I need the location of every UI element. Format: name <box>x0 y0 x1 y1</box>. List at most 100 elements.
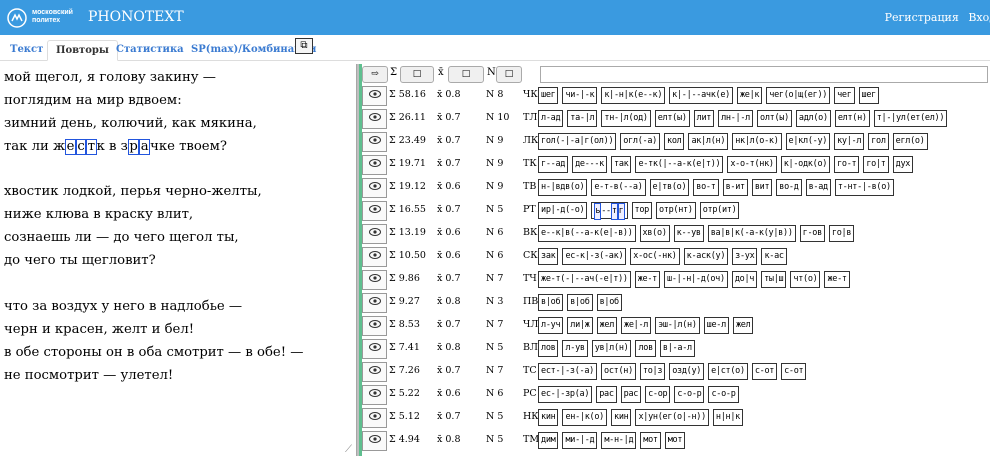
repeat-chunk[interactable]: олт(ы) <box>757 110 792 127</box>
repeat-chunk[interactable]: к|-|--ачк(е) <box>669 87 733 104</box>
repeat-chunk[interactable]: с-ор <box>645 386 671 403</box>
repeat-chunk[interactable]: лит <box>693 110 715 127</box>
repeat-chunk[interactable]: озд(у) <box>669 363 705 380</box>
resize-handle-icon[interactable]: ⟋ <box>345 444 352 455</box>
repeat-chunk[interactable]: дух <box>892 156 914 173</box>
repeat-chunk[interactable]: шег <box>538 87 559 104</box>
repeat-chunk[interactable]: е-тк(|--а-к(е|т)) <box>635 156 724 173</box>
repeat-chunk[interactable]: отр(нт) <box>655 202 696 219</box>
repeat-chunk[interactable]: адл(о) <box>795 110 831 127</box>
repeat-chunk[interactable]: елт(н) <box>834 110 870 127</box>
repeat-chunk[interactable]: х-о-т(нк) <box>727 156 777 173</box>
eye-icon[interactable] <box>362 132 387 152</box>
repeat-chunk[interactable]: отр(ит) <box>699 202 740 219</box>
repeat-chunk[interactable]: е-т-в(--а) <box>591 179 646 196</box>
eye-icon[interactable] <box>362 86 387 106</box>
repeat-chunk[interactable]: в|об <box>567 294 593 311</box>
repeat-chunk[interactable]: хв(о) <box>639 225 670 242</box>
repeat-chunk[interactable]: ост(н) <box>601 363 636 380</box>
repeat-chunk[interactable]: го|т <box>863 156 889 173</box>
repeat-chunk[interactable]: з-ух <box>732 248 758 265</box>
repeat-chunk[interactable]: в-ад <box>805 179 831 196</box>
repeat-chunk[interactable]: л-уч <box>538 317 564 334</box>
repeat-chunk[interactable]: же-т(-|--ач(-е|т)) <box>538 271 631 288</box>
repeat-chunk[interactable]: ку|-л <box>834 133 865 150</box>
repeat-chunk[interactable]: г--ад <box>538 156 569 173</box>
repeat-chunk[interactable]: кин <box>538 409 559 426</box>
repeat-chunk[interactable]: огл(-а) <box>620 133 660 150</box>
repeat-chunk[interactable]: до|ч <box>731 271 758 288</box>
repeat-chunk[interactable]: та-|л <box>567 110 598 127</box>
repeat-chunk[interactable]: к-аск(у) <box>683 248 729 265</box>
repeat-chunk[interactable]: л-ув <box>562 340 588 357</box>
repeat-chunk[interactable]: ли|ж <box>567 317 593 334</box>
eye-icon[interactable] <box>362 155 387 175</box>
repeat-chunk[interactable]: ва|в|к(-а-к(у|в)) <box>707 225 796 242</box>
repeat-chunk[interactable]: г-ов <box>799 225 825 242</box>
repeat-chunk[interactable]: с-о-р <box>674 386 705 403</box>
repeat-chunk[interactable]: гол <box>868 133 889 150</box>
repeat-chunk[interactable]: в|об <box>538 294 564 311</box>
repeat-chunk[interactable]: чт(о) <box>790 271 821 288</box>
repeat-chunk[interactable]: т|-|ул(ет(ел)) <box>873 110 948 127</box>
repeat-chunk[interactable]: е|кл(-у) <box>785 133 831 150</box>
repeat-chunk[interactable]: в-ит <box>722 179 748 196</box>
repeat-chunk[interactable]: к|-одк(о) <box>780 156 831 173</box>
repeat-chunk[interactable]: чег <box>834 87 855 104</box>
search-input[interactable] <box>540 66 988 83</box>
repeat-chunk[interactable]: х|ун(ег(о|-н)) <box>635 409 709 426</box>
eye-icon[interactable] <box>362 408 387 428</box>
repeat-chunk[interactable]: ь--т г <box>591 202 628 220</box>
repeat-chunk[interactable]: то|з <box>639 363 666 380</box>
register-link[interactable]: Регистрация <box>885 11 959 24</box>
repeat-chunk[interactable]: к|-н|к(е--к) <box>601 87 666 104</box>
repeat-chunk[interactable]: мот <box>664 432 686 449</box>
repeat-chunk[interactable]: жел <box>596 317 618 334</box>
eye-icon[interactable] <box>362 224 387 244</box>
repeat-chunk[interactable]: вит <box>751 179 773 196</box>
repeat-chunk[interactable]: жел <box>732 317 754 334</box>
eye-icon[interactable] <box>362 316 387 336</box>
repeat-chunk[interactable]: ест-|-з(-а) <box>538 363 597 380</box>
repeat-chunk[interactable]: с-о-р <box>708 386 739 403</box>
repeat-chunk[interactable]: зак <box>538 248 559 265</box>
repeat-chunk[interactable]: тн-|л(од) <box>601 110 651 127</box>
repeat-chunk[interactable]: же-т <box>634 271 660 288</box>
repeat-chunk[interactable]: ес-|-зр(а) <box>538 386 593 403</box>
repeat-chunk[interactable]: во-д <box>776 179 802 196</box>
repeat-chunk[interactable]: чег(о|щ(ег)) <box>766 87 831 104</box>
sort-button[interactable]: ⇨ <box>362 66 388 83</box>
repeat-chunk[interactable]: ен-|к(о) <box>562 409 607 426</box>
copy-icon[interactable]: ⧉ <box>295 38 313 54</box>
eye-icon[interactable] <box>362 178 387 198</box>
repeat-chunk[interactable]: х-ос(-нк) <box>630 248 680 265</box>
repeat-chunk[interactable]: го|в <box>828 225 855 242</box>
repeat-chunk[interactable]: чи-|-к <box>562 87 598 104</box>
repeat-chunk[interactable]: лов <box>635 340 656 357</box>
repeat-chunk[interactable]: кол <box>664 133 685 150</box>
sum-filter-button[interactable]: □ <box>400 66 434 83</box>
eye-icon[interactable] <box>362 385 387 405</box>
repeat-chunk[interactable]: де---к <box>572 156 607 173</box>
repeat-chunk[interactable]: егл(о) <box>892 133 928 150</box>
repeat-chunk[interactable]: же-т <box>824 271 850 288</box>
repeat-chunk[interactable]: в|-а-л <box>659 340 695 357</box>
repeat-chunk[interactable]: так <box>611 156 632 173</box>
repeat-chunk[interactable]: ше-л <box>703 317 729 334</box>
tab-text[interactable]: Текст <box>2 40 51 61</box>
repeat-chunk[interactable]: м-н-|д <box>601 432 637 449</box>
n-filter-button[interactable]: □ <box>496 66 522 83</box>
repeat-chunk[interactable]: ш-|-н|-д(оч) <box>664 271 728 288</box>
repeat-chunk[interactable]: е|тв(о) <box>649 179 690 196</box>
repeat-chunk[interactable]: ми-|-д <box>562 432 598 449</box>
repeat-chunk[interactable]: елт(ы) <box>654 110 690 127</box>
tab-statistics[interactable]: Статистика <box>108 40 192 61</box>
repeat-chunk[interactable]: рас <box>620 386 642 403</box>
eye-icon[interactable] <box>362 362 387 382</box>
repeat-chunk[interactable]: го-т <box>834 156 860 173</box>
repeat-chunk[interactable]: ир|-д(-о) <box>538 202 588 219</box>
repeat-chunk[interactable]: с-от <box>751 363 778 380</box>
repeat-chunk[interactable]: мот <box>640 432 661 449</box>
repeat-chunk[interactable]: нк|л(о-к) <box>732 133 782 150</box>
login-link[interactable]: Вход <box>968 11 990 24</box>
